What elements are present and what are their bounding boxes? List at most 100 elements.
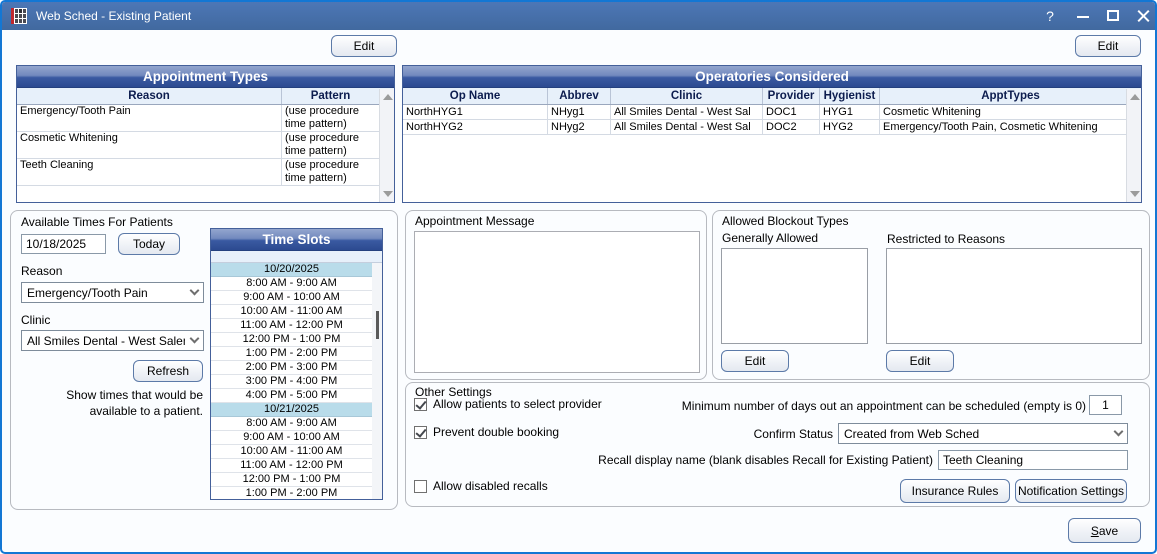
allowed-blockout-types-panel: Allowed Blockout Types Generally Allowed… (712, 210, 1150, 380)
reason-selected-value: Emergency/Tooth Pain (22, 286, 185, 300)
reason-cell: Cosmetic Whitening (17, 132, 282, 158)
column-header-pattern: Pattern (282, 88, 379, 104)
generally-allowed-listbox[interactable] (721, 248, 868, 344)
insurance-rules-button[interactable]: Insurance Rules (900, 479, 1010, 503)
allow-disabled-recalls-checkbox[interactable]: Allow disabled recalls (414, 479, 548, 493)
appointment-message-textarea[interactable] (414, 231, 700, 373)
operatories-rows: NorthHYG1NHyg1All Smiles Dental - West S… (403, 105, 1126, 201)
scroll-down-icon (1130, 191, 1140, 197)
scrollbar-thumb[interactable] (376, 311, 379, 339)
time-slot-row[interactable]: 12:00 PM - 1:00 PM (211, 473, 372, 487)
time-slot-row[interactable]: 11:00 AM - 12:00 PM (211, 319, 372, 333)
min-days-label: Minimum number of days out an appointmen… (656, 399, 1086, 413)
operatory-row[interactable]: NorthHYG2NHyg2All Smiles Dental - West S… (403, 120, 1126, 135)
column-header-reason: Reason (17, 88, 282, 104)
operatories-grid: Operatories Considered Op Name Abbrev Cl… (402, 65, 1142, 203)
appointment-types-grid: Appointment Types Reason Pattern Emergen… (16, 65, 395, 203)
appttypes-cell: Cosmetic Whitening (880, 105, 1126, 119)
chevron-down-icon (185, 291, 203, 294)
time-slot-row[interactable]: 4:00 PM - 5:00 PM (211, 389, 372, 403)
restricted-to-reasons-listbox[interactable] (886, 248, 1142, 344)
appointment-message-title: Appointment Message (415, 214, 534, 228)
column-header-provider: Provider (763, 88, 820, 104)
app-icon (11, 8, 27, 24)
time-slot-row[interactable]: 9:00 AM - 10:00 AM (211, 291, 372, 305)
notification-settings-button[interactable]: Notification Settings (1015, 479, 1127, 503)
time-slot-row[interactable]: 8:00 AM - 9:00 AM (211, 417, 372, 431)
slot-date-row[interactable]: 10/21/2025 (211, 403, 372, 417)
reason-select[interactable]: Emergency/Tooth Pain (21, 282, 204, 303)
appointment-type-row[interactable]: Cosmetic Whitening(use procedure time pa… (17, 132, 379, 159)
time-slot-row[interactable]: 11:00 AM - 12:00 PM (211, 459, 372, 473)
scroll-up-icon (383, 94, 393, 100)
clinic-cell: All Smiles Dental - West Sal (611, 105, 763, 119)
reason-label: Reason (21, 264, 62, 278)
edit-restricted-button[interactable]: Edit (886, 350, 954, 372)
minimize-icon (1077, 16, 1089, 18)
appointment-types-scrollbar[interactable] (379, 89, 394, 202)
time-slots-rows: 10/20/20258:00 AM - 9:00 AM9:00 AM - 10:… (211, 263, 382, 500)
time-slot-row[interactable]: 1:00 PM - 2:00 PM (211, 347, 372, 361)
refresh-button[interactable]: Refresh (133, 360, 203, 382)
save-button[interactable]: Save (1068, 518, 1141, 543)
column-header-appttypes: ApptTypes (880, 88, 1141, 104)
time-slots-subheader (211, 251, 382, 263)
time-slot-row[interactable]: 9:00 AM - 10:00 AM (211, 431, 372, 445)
other-settings-panel: Other Settings Allow patients to select … (405, 382, 1150, 507)
time-slots-title: Time Slots (211, 229, 382, 251)
restricted-to-reasons-label: Restricted to Reasons (887, 232, 1005, 246)
time-slot-row[interactable]: 1:00 PM - 2:00 PM (211, 487, 372, 500)
appointment-type-row[interactable]: Emergency/Tooth Pain(use procedure time … (17, 105, 379, 132)
appointment-type-row[interactable]: Teeth Cleaning(use procedure time patter… (17, 159, 379, 186)
minimize-button[interactable] (1070, 2, 1096, 30)
operatories-grid-title: Operatories Considered (403, 66, 1141, 88)
prevent-double-booking-checkbox[interactable]: Prevent double booking (414, 425, 559, 439)
checkbox-label: Allow patients to select provider (433, 397, 602, 411)
time-slot-row[interactable]: 3:00 PM - 4:00 PM (211, 375, 372, 389)
hygienist-cell: HYG2 (820, 120, 880, 134)
column-header-clinic: Clinic (611, 88, 763, 104)
date-input[interactable] (21, 234, 106, 254)
available-times-panel: Available Times For Patients Today Reaso… (10, 210, 398, 510)
op-name-cell: NorthHYG1 (403, 105, 548, 119)
confirm-status-select[interactable]: Created from Web Sched (838, 423, 1128, 444)
time-slots-scrollbar[interactable] (372, 263, 382, 499)
checkbox-label: Allow disabled recalls (433, 479, 548, 493)
clinic-label: Clinic (21, 313, 50, 327)
recall-display-name-input[interactable] (938, 450, 1128, 470)
checkbox-icon (414, 398, 427, 411)
time-slot-row[interactable]: 12:00 PM - 1:00 PM (211, 333, 372, 347)
edit-appointment-types-button[interactable]: Edit (331, 35, 397, 57)
edit-generally-allowed-button[interactable]: Edit (721, 350, 789, 372)
confirm-status-label: Confirm Status (733, 427, 833, 441)
provider-cell: DOC2 (763, 120, 820, 134)
provider-cell: DOC1 (763, 105, 820, 119)
help-icon: ? (1046, 8, 1054, 24)
slot-date-row[interactable]: 10/20/2025 (211, 263, 372, 277)
clinic-selected-value: All Smiles Dental - West Salem (22, 334, 185, 348)
abbrev-cell: NHyg1 (548, 105, 611, 119)
time-slot-row[interactable]: 2:00 PM - 3:00 PM (211, 361, 372, 375)
min-days-input[interactable] (1089, 395, 1122, 415)
available-times-hint: Show times that would be available to a … (21, 387, 203, 419)
available-times-title: Available Times For Patients (21, 215, 173, 229)
column-header-hygienist: Hygienist (820, 88, 880, 104)
time-slot-row[interactable]: 10:00 AM - 11:00 AM (211, 305, 372, 319)
window-title: Web Sched - Existing Patient (36, 2, 191, 30)
checkbox-label: Prevent double booking (433, 425, 559, 439)
close-button[interactable] (1130, 2, 1156, 30)
chevron-down-icon (1109, 432, 1127, 435)
operatory-row[interactable]: NorthHYG1NHyg1All Smiles Dental - West S… (403, 105, 1126, 120)
clinic-select[interactable]: All Smiles Dental - West Salem (21, 330, 204, 351)
today-button[interactable]: Today (118, 233, 180, 255)
time-slot-row[interactable]: 10:00 AM - 11:00 AM (211, 445, 372, 459)
edit-operatories-button[interactable]: Edit (1075, 35, 1141, 57)
maximize-button[interactable] (1100, 2, 1126, 30)
time-slot-row[interactable]: 8:00 AM - 9:00 AM (211, 277, 372, 291)
pattern-cell: (use procedure time pattern) (282, 159, 379, 185)
help-button[interactable]: ? (1037, 2, 1063, 30)
allow-select-provider-checkbox[interactable]: Allow patients to select provider (414, 397, 602, 411)
reason-cell: Emergency/Tooth Pain (17, 105, 282, 131)
operatories-scrollbar[interactable] (1126, 89, 1141, 202)
recall-display-name-label: Recall display name (blank disables Reca… (526, 453, 933, 467)
